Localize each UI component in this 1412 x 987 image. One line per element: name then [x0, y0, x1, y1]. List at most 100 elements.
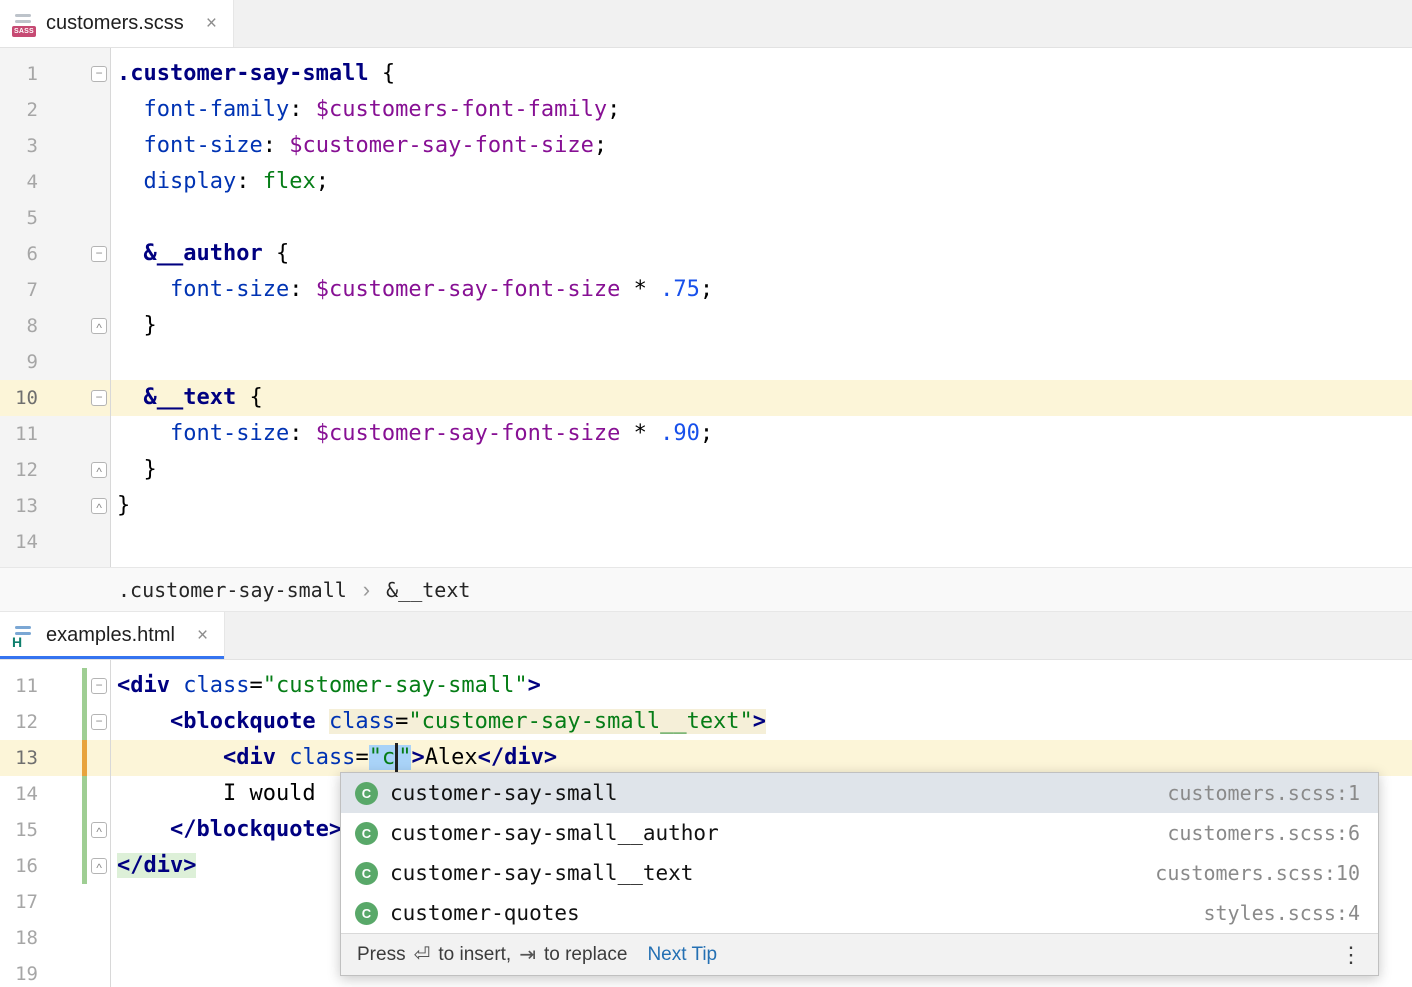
scss-editor[interactable]: 1.customer-say-small {2 font-family: $cu… — [0, 48, 1412, 567]
breadcrumb-item-nested-selector[interactable]: &__text — [386, 578, 470, 602]
code-token: : — [289, 97, 316, 122]
html-icon-label: H — [12, 635, 22, 649]
fold-collapse-icon[interactable] — [91, 390, 107, 406]
code-line[interactable]: 12 <blockquote class="customer-say-small… — [0, 704, 1412, 740]
code-text: <blockquote class="customer-say-small__t… — [110, 704, 766, 740]
code-line[interactable]: 14 — [0, 524, 1412, 560]
code-token: > — [528, 673, 541, 698]
completion-item[interactable]: Ccustomer-say-small__authorcustomers.scs… — [341, 813, 1378, 853]
next-tip-link[interactable]: Next Tip — [647, 944, 717, 966]
completion-item[interactable]: Ccustomer-say-small__textcustomers.scss:… — [341, 853, 1378, 893]
code-token: : — [289, 421, 316, 446]
gutter: 4 — [0, 164, 110, 200]
code-line[interactable]: 7 font-size: $customer-say-font-size * .… — [0, 272, 1412, 308]
fold-end-icon[interactable] — [91, 822, 107, 838]
tab-customers-scss[interactable]: SASS customers.scss × — [0, 0, 234, 47]
code-token: $customer-say-font-size — [316, 421, 621, 446]
code-token: font-size — [170, 277, 289, 302]
code-token: I would — [117, 781, 329, 806]
code-text: <div class="c">Alex</div> — [110, 740, 557, 776]
gutter: 18 — [0, 920, 110, 956]
gutter: 14 — [0, 524, 110, 560]
fold-end-icon[interactable] — [91, 318, 107, 334]
close-tab-icon[interactable]: × — [206, 13, 217, 35]
fold-collapse-icon[interactable] — [91, 66, 107, 82]
fold-collapse-icon[interactable] — [91, 678, 107, 694]
gutter: 6 — [0, 236, 110, 272]
enter-key-icon: ⏎ — [414, 942, 431, 967]
code-token: .90 — [660, 421, 700, 446]
gutter: 14 — [0, 776, 110, 812]
code-line[interactable]: 6 &__author { — [0, 236, 1412, 272]
code-token: $customers-font-family — [316, 97, 607, 122]
code-line[interactable]: 11 font-size: $customer-say-font-size * … — [0, 416, 1412, 452]
code-text — [110, 920, 117, 956]
code-line[interactable]: 3 font-size: $customer-say-font-size; — [0, 128, 1412, 164]
html-file-icon: H — [12, 623, 36, 649]
code-token — [117, 133, 144, 158]
footer-text: to insert, — [438, 944, 511, 966]
fold-collapse-icon[interactable] — [91, 246, 107, 262]
sass-icon-label: SASS — [12, 26, 36, 37]
code-text — [110, 200, 117, 236]
fold-end-icon[interactable] — [91, 858, 107, 874]
gutter: 5 — [0, 200, 110, 236]
code-line[interactable]: 5 — [0, 200, 1412, 236]
code-line[interactable]: 12 } — [0, 452, 1412, 488]
code-token — [117, 385, 144, 410]
gutter: 12 — [0, 704, 110, 740]
completion-popup-footer: Press ⏎ to insert, ⇥ to replace Next Tip… — [341, 933, 1378, 975]
code-line[interactable]: 4 display: flex; — [0, 164, 1412, 200]
code-token: &__text — [144, 385, 237, 410]
code-line[interactable]: 11<div class="customer-say-small"> — [0, 668, 1412, 704]
tab-examples-html[interactable]: H examples.html × — [0, 612, 225, 659]
fold-end-icon[interactable] — [91, 462, 107, 478]
code-line[interactable]: 8 } — [0, 308, 1412, 344]
css-class-icon: C — [355, 862, 378, 885]
code-token: ; — [607, 97, 620, 122]
code-line[interactable]: 10 &__text { — [0, 380, 1412, 416]
code-token: .customer-say-small — [117, 61, 369, 86]
gutter: 16 — [0, 848, 110, 884]
completion-location: customers.scss:6 — [1167, 821, 1360, 845]
tab-key-icon: ⇥ — [519, 942, 536, 967]
completion-location: customers.scss:1 — [1167, 781, 1360, 805]
code-token: } — [117, 457, 157, 482]
code-line[interactable]: 13} — [0, 488, 1412, 524]
more-options-icon[interactable]: ⋮ — [1340, 942, 1362, 968]
code-line[interactable]: 13 <div class="c">Alex</div> — [0, 740, 1412, 776]
code-text: &__text { — [110, 380, 263, 416]
line-number: 4 — [0, 164, 38, 200]
fold-end-icon[interactable] — [91, 498, 107, 514]
code-line[interactable]: 2 font-family: $customers-font-family; — [0, 92, 1412, 128]
css-class-icon: C — [355, 822, 378, 845]
line-number: 9 — [0, 344, 38, 380]
fold-collapse-icon[interactable] — [91, 714, 107, 730]
code-token: <div — [117, 673, 170, 698]
code-text — [110, 524, 117, 560]
tab-label: examples.html — [46, 624, 175, 647]
close-tab-icon[interactable]: × — [197, 625, 208, 647]
completion-item[interactable]: Ccustomer-say-smallcustomers.scss:1 — [341, 773, 1378, 813]
code-text: } — [110, 452, 157, 488]
code-line[interactable]: 9 — [0, 344, 1412, 380]
code-line[interactable]: 1.customer-say-small { — [0, 56, 1412, 92]
code-token — [117, 709, 170, 734]
code-token — [117, 421, 170, 446]
code-token: { — [369, 61, 396, 86]
code-text: font-size: $customer-say-font-size * .75… — [110, 272, 713, 308]
code-token: font-size — [170, 421, 289, 446]
code-text: font-size: $customer-say-font-size * .90… — [110, 416, 713, 452]
line-number: 13 — [0, 488, 38, 524]
code-token: { — [263, 241, 290, 266]
code-text: display: flex; — [110, 164, 329, 200]
code-token: Alex — [425, 745, 478, 770]
completion-item[interactable]: Ccustomer-quotesstyles.scss:4 — [341, 893, 1378, 933]
code-text: </div> — [110, 848, 196, 884]
line-number: 3 — [0, 128, 38, 164]
completion-label: customer-say-small__text — [390, 861, 693, 885]
breadcrumb-item-selector[interactable]: .customer-say-small — [118, 578, 347, 602]
gutter: 11 — [0, 668, 110, 704]
gutter: 9 — [0, 344, 110, 380]
code-token: > — [411, 745, 424, 770]
